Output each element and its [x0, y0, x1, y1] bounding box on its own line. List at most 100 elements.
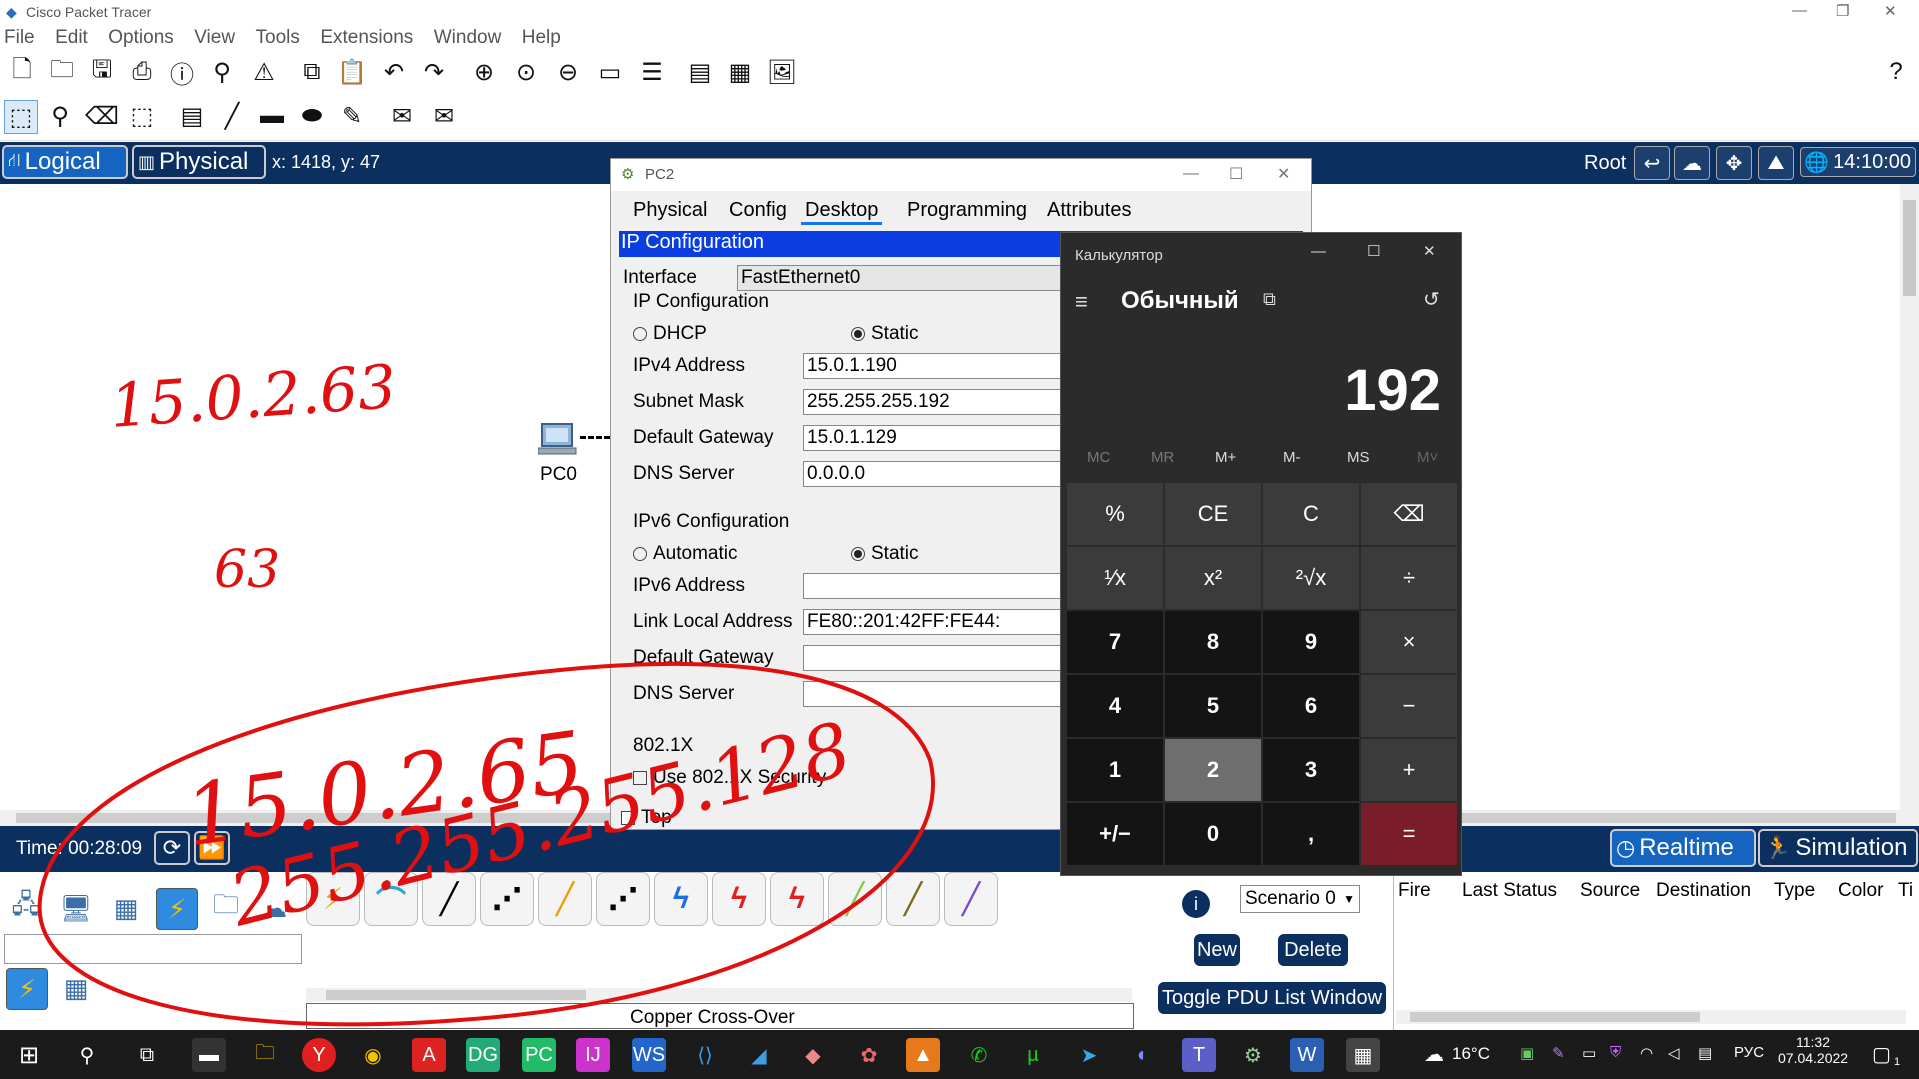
backspace-key[interactable]: ⌫ — [1361, 483, 1457, 545]
datagrip-icon[interactable]: DG — [466, 1038, 500, 1072]
input-language[interactable]: РУС — [1734, 1044, 1764, 1061]
close-icon[interactable]: ✕ — [1423, 242, 1436, 260]
negate-key[interactable]: +/− — [1067, 803, 1163, 865]
cable-scroll-thumb[interactable] — [326, 990, 586, 1000]
draw-rectangle-icon[interactable]: ▬ — [256, 100, 288, 132]
coaxial-cable-icon[interactable]: ϟ — [654, 872, 708, 926]
use-dot1x-checkbox[interactable]: Use 802.1X Security — [633, 767, 826, 789]
two-key[interactable]: 2 — [1165, 739, 1261, 801]
document-icon[interactable]: ▤ — [684, 56, 716, 88]
tab-attributes[interactable]: Attributes — [1047, 199, 1131, 222]
serial-dte-cable-icon[interactable]: ϟ — [770, 872, 824, 926]
menu-view[interactable]: View — [190, 24, 239, 52]
simple-pdu-icon[interactable]: ✉ — [386, 100, 418, 132]
memory-store-button[interactable]: MS — [1347, 449, 1370, 466]
help-icon[interactable]: ? — [1880, 56, 1912, 88]
tab-config[interactable]: Config — [729, 199, 787, 222]
network-devices-icon[interactable]: 🖧 — [6, 888, 46, 928]
draw-app-icon[interactable]: ◢ — [742, 1038, 776, 1072]
redo-icon[interactable]: ↷ — [418, 56, 450, 88]
network-wizard-icon[interactable]: ⚲ — [206, 56, 238, 88]
eight-key[interactable]: 8 — [1165, 611, 1261, 673]
search-icon[interactable]: ⚲ — [70, 1038, 104, 1072]
zero-key[interactable]: 0 — [1165, 803, 1261, 865]
battery-icon[interactable]: ▭ — [1582, 1044, 1596, 1062]
paste-icon[interactable]: 📋 — [336, 56, 368, 88]
multiply-key[interactable]: × — [1361, 611, 1457, 673]
minimize-icon[interactable]: — — [1183, 165, 1199, 183]
components-icon[interactable]: ▦ — [106, 888, 146, 928]
memory-list-button[interactable]: M˅ — [1417, 449, 1438, 466]
menu-options[interactable]: Options — [104, 24, 177, 52]
tab-physical[interactable]: Physical — [633, 199, 707, 222]
minimize-icon[interactable]: — — [1792, 2, 1807, 19]
tab-desktop[interactable]: Desktop — [801, 199, 883, 225]
iot-cable-icon[interactable]: ╱ — [886, 872, 940, 926]
memory-clear-button[interactable]: MC — [1087, 449, 1110, 466]
square-key[interactable]: x² — [1165, 547, 1261, 609]
seven-key[interactable]: 7 — [1067, 611, 1163, 673]
intellij-icon[interactable]: IJ — [576, 1038, 610, 1072]
memory-subtract-button[interactable]: M- — [1283, 449, 1301, 466]
teams-icon[interactable]: T — [1182, 1038, 1216, 1072]
figma-icon[interactable]: ✿ — [852, 1038, 886, 1072]
fast-forward-icon[interactable]: ⏩ — [194, 831, 230, 865]
save-icon[interactable]: 🖫 — [86, 56, 118, 88]
pdu-scroll-thumb[interactable] — [1410, 1012, 1700, 1022]
print-icon[interactable]: ⎙ — [126, 56, 158, 88]
restore-icon[interactable]: ❐ — [1836, 2, 1849, 20]
close-icon[interactable]: ✕ — [1277, 164, 1290, 184]
system-clock[interactable]: 11:32 07.04.2022 — [1778, 1034, 1848, 1066]
static6-radio[interactable]: Static — [851, 543, 919, 565]
pycharm-icon[interactable]: PC — [522, 1038, 556, 1072]
screenshot-icon[interactable]: 🖼 — [766, 56, 798, 88]
vscode-icon[interactable]: ⟨⟩ — [688, 1038, 722, 1072]
scenario-select[interactable]: Scenario 0 ▼ — [1240, 885, 1360, 913]
history-icon[interactable]: ↺ — [1423, 287, 1440, 312]
draw-line-icon[interactable]: ╱ — [216, 100, 248, 132]
chrome-icon[interactable]: ◉ — [356, 1038, 390, 1072]
new-file-icon[interactable]: 🗋 — [6, 56, 38, 88]
hamburger-menu-icon[interactable]: ≡ — [1075, 289, 1088, 315]
straight-through-cable-icon[interactable]: ╱ — [422, 872, 476, 926]
zoom-out-icon[interactable]: ⊖ — [552, 56, 584, 88]
vscroll-thumb[interactable] — [1903, 200, 1916, 296]
info-icon[interactable]: i — [1182, 890, 1210, 918]
menu-help[interactable]: Help — [518, 24, 565, 52]
zoom-in-icon[interactable]: ⊕ — [468, 56, 500, 88]
three-key[interactable]: 3 — [1263, 739, 1359, 801]
physical-view-button[interactable]: ▥ Physical — [132, 145, 266, 179]
connections-icon[interactable]: ⚡ — [156, 888, 198, 930]
menu-extensions[interactable]: Extensions — [316, 24, 417, 52]
connections-sub-icon[interactable]: ⚡ — [6, 968, 48, 1010]
open-folder-icon[interactable]: 🗀 — [46, 56, 78, 88]
four-key[interactable]: 4 — [1067, 675, 1163, 737]
maximize-icon[interactable]: ☐ — [1367, 242, 1380, 260]
sqrt-key[interactable]: ²√x — [1263, 547, 1359, 609]
usb-cable-icon[interactable]: ╱ — [944, 872, 998, 926]
move-icon[interactable]: ✥ — [1716, 146, 1752, 180]
copy-icon[interactable]: ⧉ — [296, 56, 328, 88]
end-devices-icon[interactable]: 🖥 — [56, 888, 96, 928]
file-explorer-icon[interactable]: 🗀 — [248, 1038, 282, 1072]
select-icon[interactable]: ⬚ — [4, 100, 38, 134]
complex-pdu-icon[interactable]: ✉ — [428, 100, 460, 132]
pdf-reader-icon[interactable]: A — [412, 1038, 446, 1072]
simulation-button[interactable]: 🏃 Simulation — [1758, 829, 1918, 867]
word-icon[interactable]: W — [1290, 1038, 1324, 1072]
minus-key[interactable]: − — [1361, 675, 1457, 737]
zoom-reset-icon[interactable]: ⊙ — [510, 56, 542, 88]
git-app-icon[interactable]: ◆ — [796, 1038, 830, 1072]
octal-icon[interactable]: ▦ — [56, 968, 96, 1008]
task-view-icon[interactable]: ⧉ — [130, 1038, 164, 1072]
percent-key[interactable]: % — [1067, 483, 1163, 545]
cloud-icon[interactable]: ☁ — [1674, 146, 1710, 180]
calculator-taskbar-icon[interactable]: ▦ — [1346, 1038, 1380, 1072]
wifi-icon[interactable]: ◠ — [1640, 1044, 1653, 1062]
windows-start-icon[interactable]: ⊞ — [12, 1038, 46, 1072]
phone-cable-icon[interactable]: ⋰ — [596, 872, 650, 926]
inspect-icon[interactable]: ⚲ — [44, 100, 76, 132]
realtime-button[interactable]: ◷ Realtime — [1610, 829, 1756, 867]
menu-edit[interactable]: Edit — [51, 24, 92, 52]
nvidia-icon[interactable]: ▣ — [1520, 1044, 1534, 1062]
